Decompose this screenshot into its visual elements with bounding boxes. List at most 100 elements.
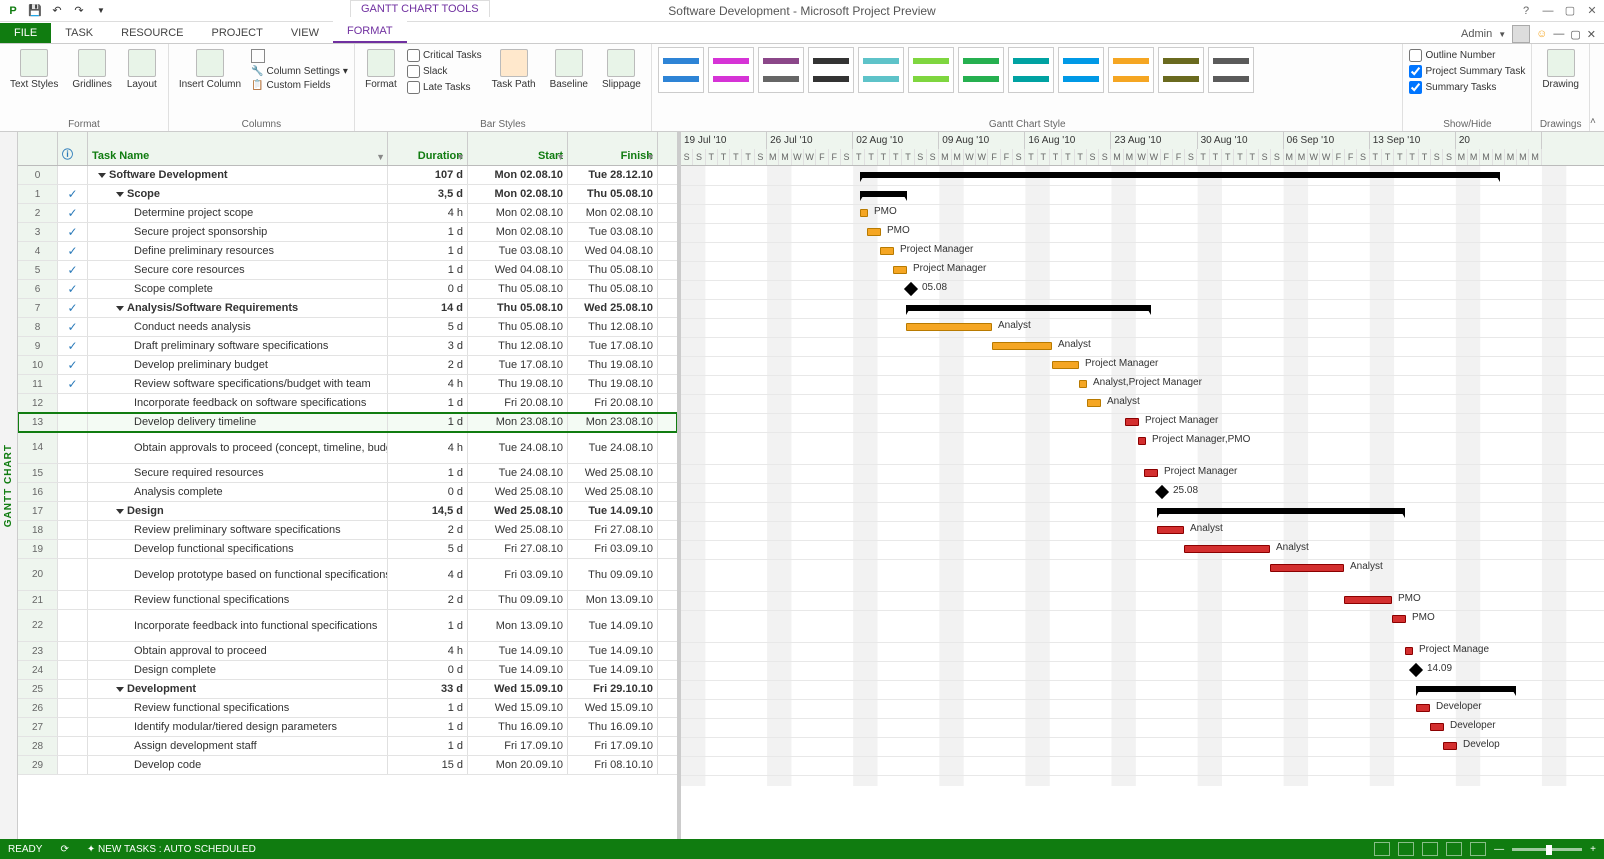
gantt-bar[interactable] (860, 172, 1500, 178)
undo-icon[interactable]: ↶ (48, 2, 66, 20)
gantt-bar[interactable] (1443, 742, 1457, 750)
table-row[interactable]: 25Development33 dWed 15.09.10Fri 29.10.1… (18, 680, 677, 699)
tab-project[interactable]: PROJECT (198, 23, 277, 43)
help-icon[interactable]: ? (1518, 3, 1534, 19)
gantt-style-swatch[interactable] (658, 47, 704, 93)
table-row[interactable]: 4✓Define preliminary resources1 dTue 03.… (18, 242, 677, 261)
view-shortcut-icon[interactable] (1470, 842, 1486, 856)
gantt-bar[interactable] (1087, 399, 1101, 407)
gantt-bar[interactable] (1430, 723, 1444, 731)
gantt-style-swatch[interactable] (808, 47, 854, 93)
layout-button[interactable]: Layout (122, 47, 162, 92)
gantt-style-swatch[interactable] (1058, 47, 1104, 93)
column-settings-button[interactable]: 🔧 Column Settings ▾ (251, 66, 348, 77)
task-path-button[interactable]: Task Path (488, 47, 540, 92)
tab-format[interactable]: FORMAT (333, 21, 407, 43)
gantt-bar[interactable] (1079, 380, 1087, 388)
qat-dropdown-icon[interactable]: ▼ (92, 2, 110, 20)
gantt-bar[interactable] (906, 305, 1151, 311)
table-row[interactable]: 20Develop prototype based on functional … (18, 559, 677, 591)
avatar[interactable] (1512, 25, 1530, 43)
table-row[interactable]: 21Review functional specifications2 dThu… (18, 591, 677, 610)
gantt-bar[interactable] (1416, 704, 1430, 712)
table-row[interactable]: 8✓Conduct needs analysis5 dThu 05.08.10T… (18, 318, 677, 337)
start-header[interactable]: Start▼ (468, 132, 568, 165)
view-shortcut-icon[interactable] (1422, 842, 1438, 856)
gantt-bar[interactable] (1157, 508, 1405, 514)
table-row[interactable]: 29Develop code15 dMon 20.09.10Fri 08.10.… (18, 756, 677, 775)
user-dropdown-icon[interactable]: ▼ (1498, 30, 1506, 39)
gantt-style-swatch[interactable] (1008, 47, 1054, 93)
table-row[interactable]: 15Secure required resources1 dTue 24.08.… (18, 464, 677, 483)
drawing-button[interactable]: Drawing (1538, 47, 1583, 92)
gantt-style-swatch[interactable] (1158, 47, 1204, 93)
maximize-icon[interactable]: ▢ (1562, 3, 1578, 19)
table-row[interactable]: 28Assign development staff1 dFri 17.09.1… (18, 737, 677, 756)
redo-icon[interactable]: ↷ (70, 2, 88, 20)
gantt-bar[interactable] (992, 342, 1052, 350)
table-row[interactable]: 6✓Scope complete0 dThu 05.08.10Thu 05.08… (18, 280, 677, 299)
minimize-icon[interactable]: — (1540, 3, 1556, 19)
view-side-tab[interactable]: GANTT CHART (0, 132, 18, 839)
tab-task[interactable]: TASK (51, 23, 107, 43)
gantt-bar[interactable] (867, 228, 881, 236)
gantt-bar[interactable] (893, 266, 907, 274)
table-row[interactable]: 27Identify modular/tiered design paramet… (18, 718, 677, 737)
gantt-style-swatch[interactable] (758, 47, 804, 93)
table-row[interactable]: 23Obtain approval to proceed4 hTue 14.09… (18, 642, 677, 661)
late-tasks-checkbox[interactable]: Late Tasks (407, 81, 482, 94)
zoom-out-icon[interactable]: — (1494, 844, 1504, 855)
table-row[interactable]: 19Develop functional specifications5 dFr… (18, 540, 677, 559)
view-shortcut-icon[interactable] (1374, 842, 1390, 856)
table-row[interactable]: 24Design complete0 dTue 14.09.10Tue 14.0… (18, 661, 677, 680)
gantt-style-swatch[interactable] (1208, 47, 1254, 93)
gantt-bar[interactable] (1270, 564, 1344, 572)
gantt-bar[interactable] (860, 191, 907, 197)
gantt-bar[interactable] (1184, 545, 1270, 553)
slippage-button[interactable]: Slippage (598, 47, 645, 92)
gantt-bar[interactable] (1052, 361, 1079, 369)
table-row[interactable]: 13Develop delivery timeline1 dMon 23.08.… (18, 413, 677, 432)
table-row[interactable]: 2✓Determine project scope4 hMon 02.08.10… (18, 204, 677, 223)
task-grid[interactable]: ⓘ Task Name▼ Duration▼ Start▼ Finish▼ 0S… (18, 132, 681, 839)
gantt-bar[interactable] (880, 247, 894, 255)
doc-close-icon[interactable]: ✕ (1587, 28, 1596, 41)
gantt-chart[interactable]: 19 Jul '1026 Jul '1002 Aug '1009 Aug '10… (681, 132, 1604, 839)
table-row[interactable]: 5✓Secure core resources1 dWed 04.08.10Th… (18, 261, 677, 280)
table-row[interactable]: 0Software Development107 dMon 02.08.10Tu… (18, 166, 677, 185)
table-row[interactable]: 11✓Review software specifications/budget… (18, 375, 677, 394)
zoom-in-icon[interactable]: + (1590, 844, 1596, 855)
critical-tasks-checkbox[interactable]: Critical Tasks (407, 49, 482, 62)
duration-header[interactable]: Duration▼ (388, 132, 468, 165)
collapse-ribbon-icon[interactable]: ˄ (1590, 116, 1596, 127)
gantt-bar[interactable] (906, 323, 992, 331)
gantt-style-swatch[interactable] (708, 47, 754, 93)
tab-view[interactable]: VIEW (277, 23, 333, 43)
gantt-bar[interactable] (1144, 469, 1158, 477)
doc-minimize-icon[interactable]: — (1553, 28, 1564, 40)
gantt-bar[interactable] (1125, 418, 1139, 426)
gantt-style-swatch[interactable] (1108, 47, 1154, 93)
table-row[interactable]: 12Incorporate feedback on software speci… (18, 394, 677, 413)
table-row[interactable]: 7✓Analysis/Software Requirements14 dThu … (18, 299, 677, 318)
custom-fields-button[interactable]: 📋 Custom Fields (251, 80, 348, 91)
gantt-bar[interactable] (1138, 437, 1146, 445)
table-row[interactable]: 26Review functional specifications1 dWed… (18, 699, 677, 718)
save-icon[interactable]: 💾 (26, 2, 44, 20)
baseline-button[interactable]: Baseline (546, 47, 592, 92)
table-row[interactable]: 3✓Secure project sponsorship1 dMon 02.08… (18, 223, 677, 242)
gantt-style-swatch[interactable] (958, 47, 1004, 93)
gantt-bar[interactable] (1157, 526, 1184, 534)
gantt-bar[interactable] (860, 209, 868, 217)
align-left-button[interactable] (251, 49, 348, 63)
table-row[interactable]: 10✓Develop preliminary budget2 dTue 17.0… (18, 356, 677, 375)
tab-file[interactable]: FILE (0, 23, 51, 43)
outline-number-checkbox[interactable]: Outline Number (1409, 49, 1525, 62)
finish-header[interactable]: Finish▼ (568, 132, 658, 165)
gantt-style-swatch[interactable] (858, 47, 904, 93)
gantt-bar[interactable] (1344, 596, 1392, 604)
table-row[interactable]: 16Analysis complete0 dWed 25.08.10Wed 25… (18, 483, 677, 502)
table-row[interactable]: 17Design14,5 dWed 25.08.10Tue 14.09.10 (18, 502, 677, 521)
tab-resource[interactable]: RESOURCE (107, 23, 197, 43)
view-shortcut-icon[interactable] (1446, 842, 1462, 856)
